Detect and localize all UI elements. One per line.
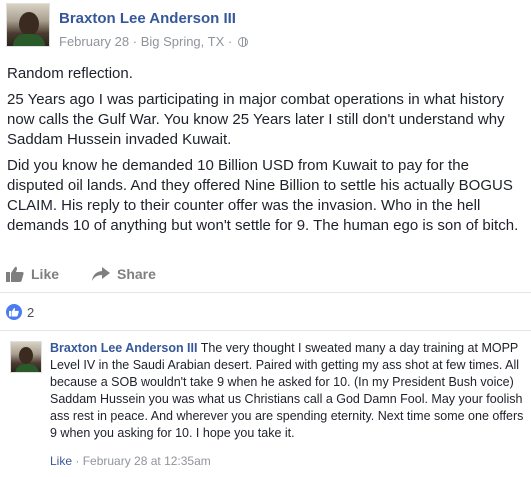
post-paragraph: Random reflection.: [7, 65, 133, 82]
post-date-link[interactable]: February 28: [59, 34, 129, 49]
reaction-count: 2: [27, 304, 35, 320]
post-body: Random reflection. 25 Years ago I was pa…: [7, 64, 525, 242]
author-name-link[interactable]: Braxton Lee Anderson III: [59, 10, 236, 27]
divider: [0, 292, 531, 293]
share-label: Share: [117, 266, 156, 282]
comment-timestamp[interactable]: February 28 at 12:35am: [83, 454, 211, 468]
post-actions-bar: Like Share: [6, 264, 526, 286]
like-button[interactable]: Like: [6, 266, 59, 282]
comment-body: Braxton Lee Anderson III The very though…: [50, 340, 528, 442]
meta-separator: ·: [227, 34, 233, 49]
post-meta: February 28 · Big Spring, TX ·: [59, 34, 248, 49]
share-arrow-icon: [92, 266, 110, 282]
meta-separator: ·: [132, 34, 138, 49]
post-paragraph: Did you know he demanded 10 Billion USD …: [7, 157, 519, 234]
reactions-summary[interactable]: 2: [6, 303, 34, 321]
post-header: Braxton Lee Anderson III February 28 · B…: [6, 3, 526, 55]
post-paragraph: 25 Years ago I was participating in majo…: [7, 91, 505, 148]
like-label: Like: [31, 266, 60, 282]
post-location-link[interactable]: Big Spring, TX: [141, 34, 225, 49]
avatar-body: [15, 364, 39, 372]
comment-text: The very thought I sweated many a day tr…: [50, 341, 524, 440]
globe-icon[interactable]: [237, 37, 248, 47]
avatar-face: [19, 12, 39, 36]
divider: [0, 330, 531, 331]
like-reaction-icon: [6, 304, 22, 320]
author-avatar[interactable]: [6, 3, 50, 47]
commenter-name-link[interactable]: Braxton Lee Anderson III: [50, 341, 197, 355]
avatar-body: [13, 34, 45, 46]
thumbs-up-icon: [6, 266, 24, 282]
comment-meta: Like · February 28 at 12:35am: [50, 454, 211, 468]
commenter-avatar[interactable]: [10, 341, 42, 373]
comment-like-link[interactable]: Like: [50, 454, 72, 468]
meta-separator: ·: [75, 454, 80, 468]
avatar-face: [19, 347, 33, 364]
share-button[interactable]: Share: [92, 266, 156, 282]
